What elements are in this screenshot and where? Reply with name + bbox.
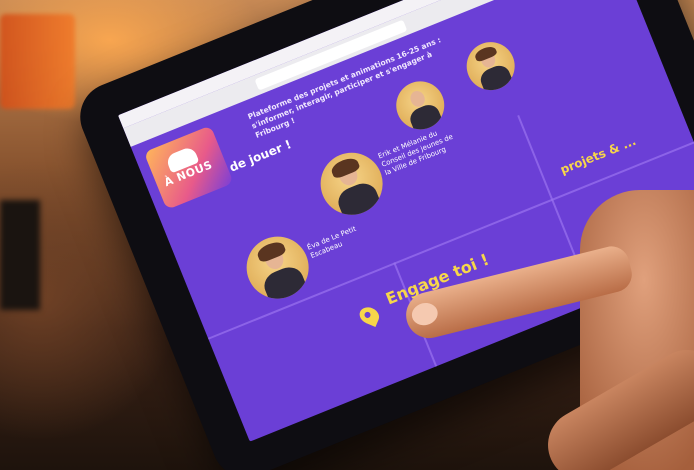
logo-line-2: de jouer ! (227, 137, 294, 175)
tile-title[interactable]: on pro... (509, 256, 577, 296)
location-pin-icon (357, 304, 382, 327)
avatar-person[interactable] (459, 34, 522, 98)
site-logo[interactable]: À NOUS (143, 125, 234, 210)
orange-lamp (0, 14, 75, 109)
avatar-eva[interactable] (237, 227, 318, 308)
background-object (0, 200, 40, 310)
person-name: Éva de Le Petit Escabeau (305, 224, 358, 260)
